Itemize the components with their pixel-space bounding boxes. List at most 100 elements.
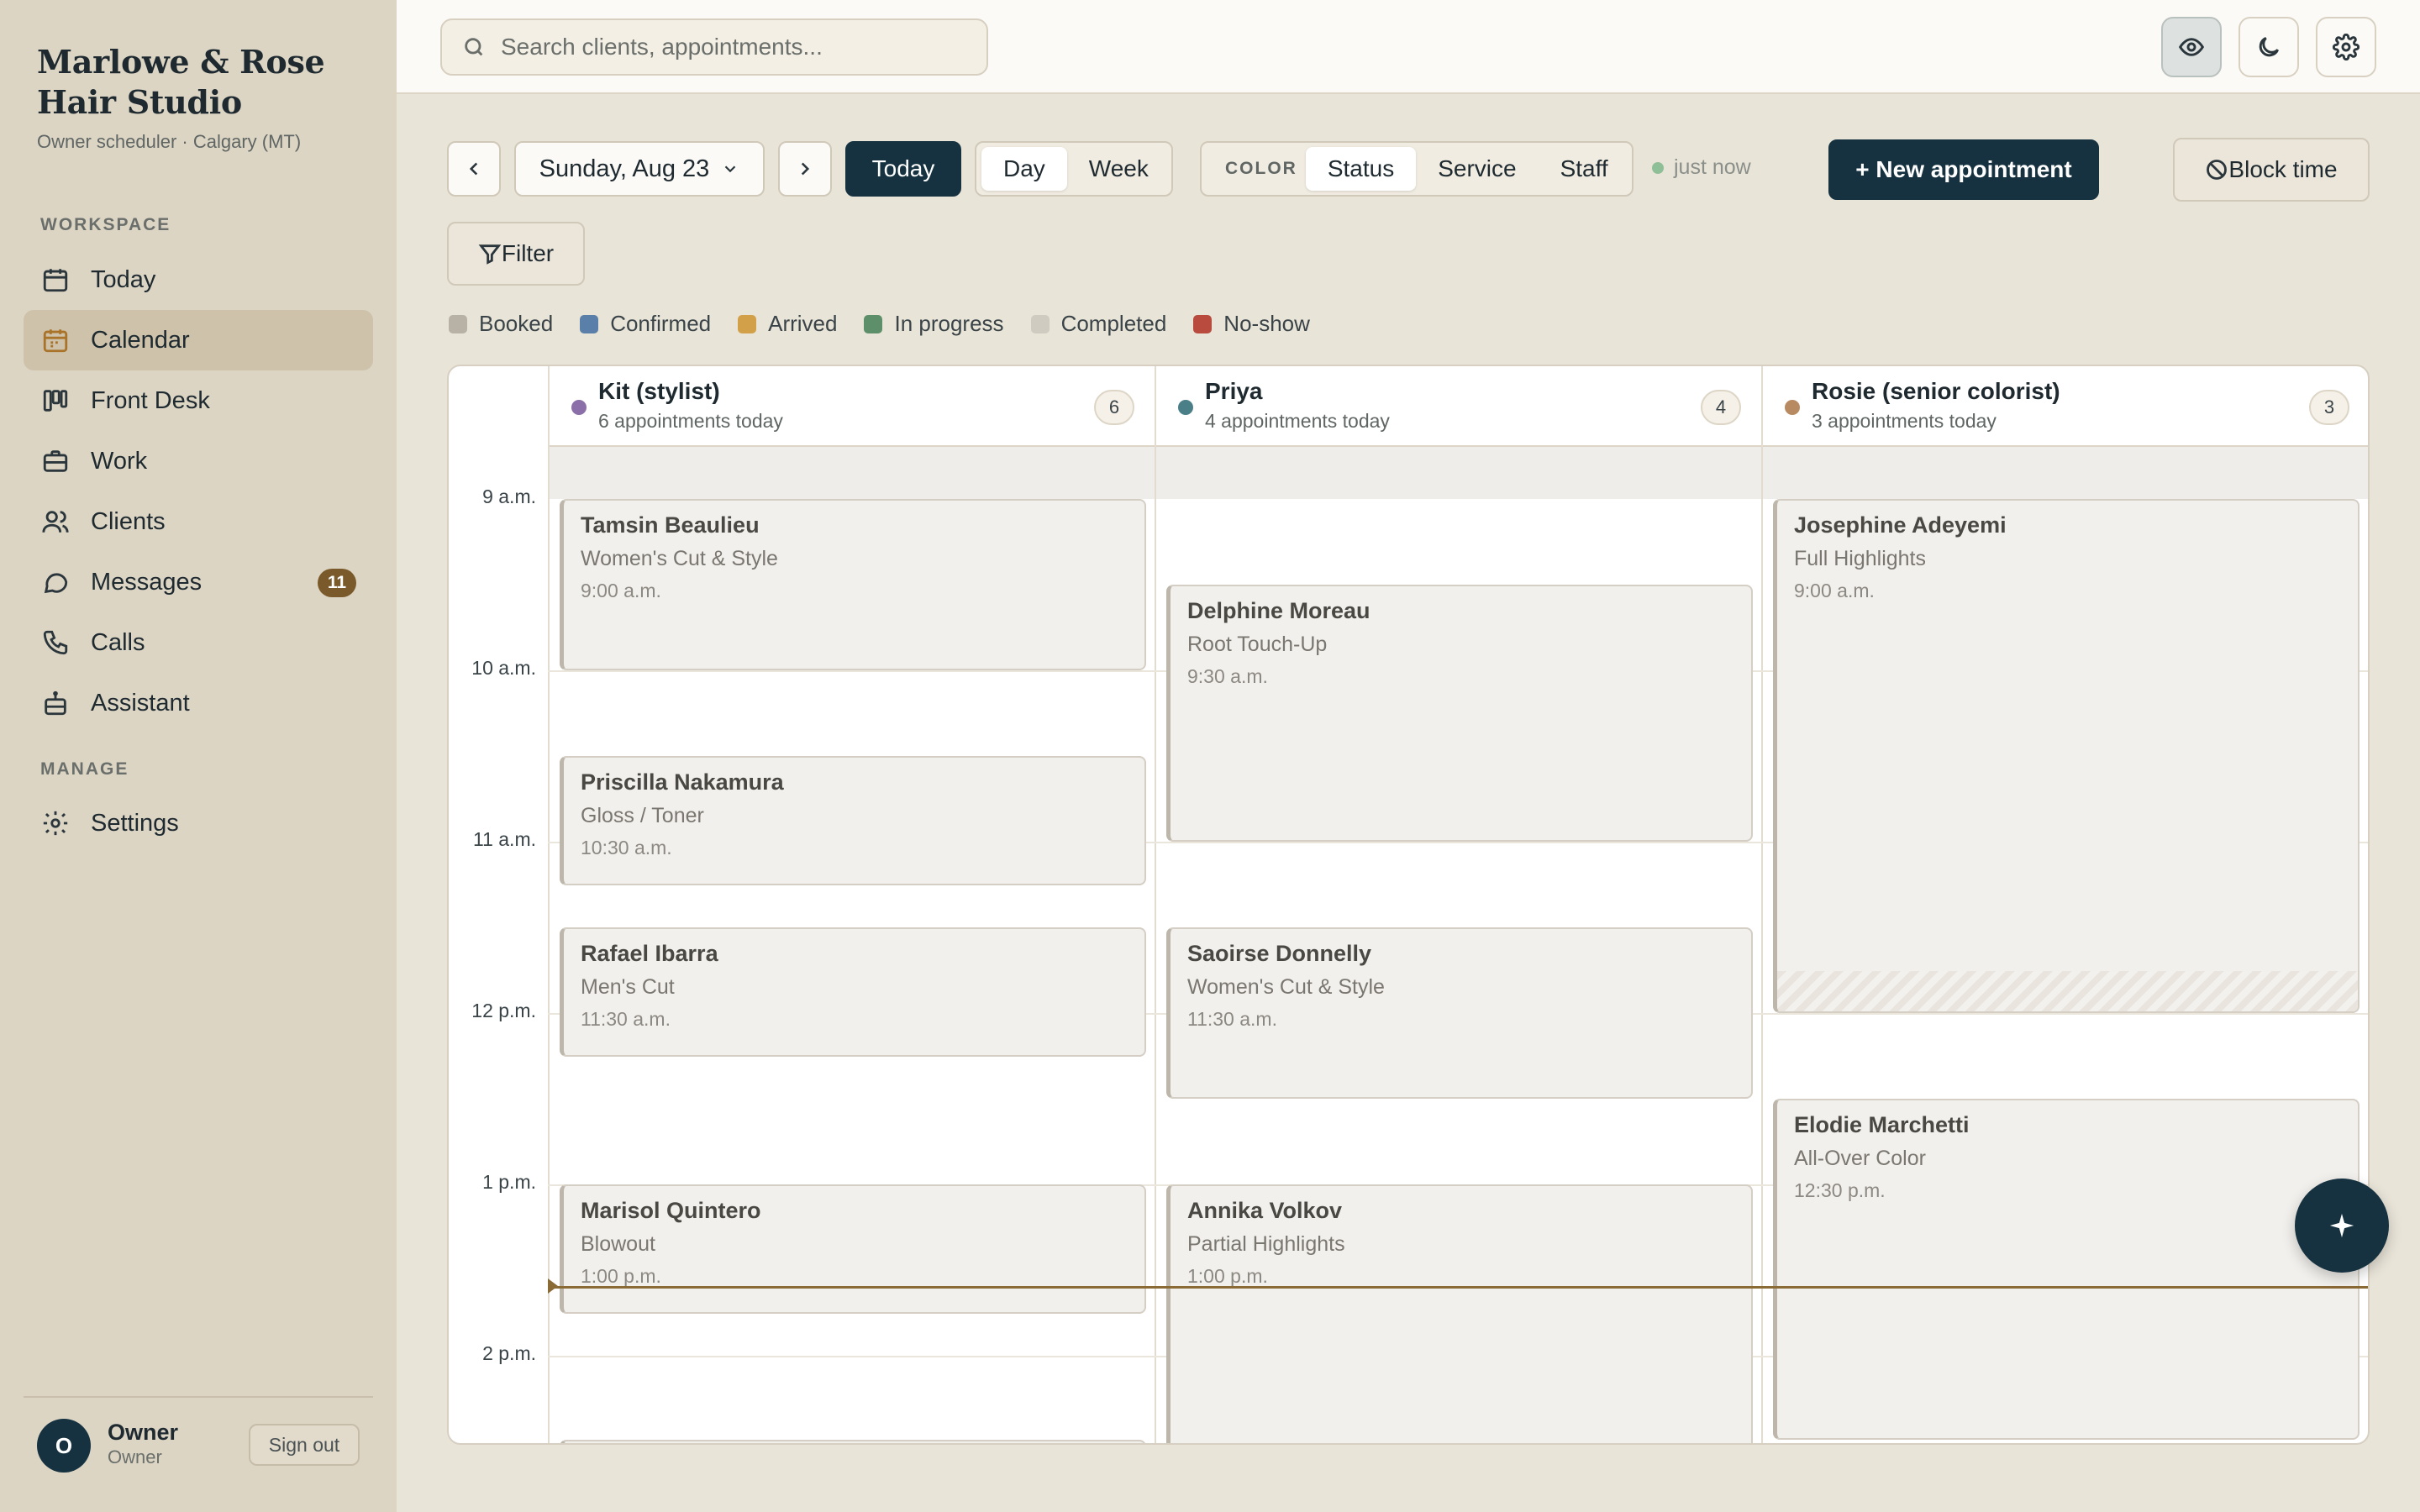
hour-label: 11 a.m. (473, 828, 536, 850)
kanban-icon (40, 386, 71, 416)
appointment-service: Gloss / Toner (581, 804, 704, 827)
sidebar-item-today[interactable]: Today (24, 249, 373, 310)
sidebar: Marlowe & Rose Hair Studio Owner schedul… (0, 0, 397, 1512)
sign-out-button[interactable]: Sign out (249, 1424, 360, 1466)
appointment-client: Marisol Quintero (581, 1198, 761, 1223)
appointment-service: Men's Cut (581, 975, 675, 999)
studio-subtitle: Owner scheduler · Calgary (MT) (37, 131, 302, 152)
view-option-day[interactable]: Day (981, 147, 1067, 191)
staff-appointment-count: 3 appointments today (1812, 410, 1996, 432)
appointment-time: 11:30 a.m. (1187, 1008, 1277, 1030)
staff-appointment-count: 6 appointments today (598, 410, 783, 432)
appointment-client: Annika Volkov (1187, 1198, 1343, 1223)
appointment-card[interactable]: Delphine Moreau Root Touch-Up 9:30 a.m. (1166, 585, 1753, 842)
appointment-client: Elodie Marchetti (1794, 1112, 1970, 1137)
settings-button[interactable] (2316, 17, 2376, 77)
staff-column-header-kit[interactable]: Kit (stylist) 6 appointments today 6 (548, 366, 1155, 447)
search-bar[interactable] (440, 18, 988, 76)
appointment-card[interactable]: Priscilla Nakamura Gloss / Toner 10:30 a… (560, 756, 1146, 885)
search-icon (465, 38, 483, 56)
block-icon (2207, 160, 2228, 180)
appointment-client: Delphine Moreau (1187, 598, 1370, 623)
view-option-week[interactable]: Week (1067, 147, 1171, 191)
gear-icon (40, 808, 71, 838)
sync-status: just now (1652, 155, 1751, 180)
legend-swatch (1193, 314, 1213, 333)
date-picker-button[interactable]: Sunday, Aug 23 (514, 141, 765, 197)
hour-label: 1 p.m. (482, 1171, 536, 1193)
sidebar-item-label: Assistant (91, 689, 190, 717)
appointment-card[interactable]: Annika Volkov Partial Highlights 1:00 p.… (1166, 1184, 1753, 1443)
calendar-icon (40, 265, 71, 295)
appointment-time: 9:00 a.m. (581, 580, 661, 601)
legend-item-completed: Completed (1030, 311, 1167, 337)
sidebar-item-messages[interactable]: Messages 11 (24, 552, 373, 612)
appointment-client: Saoirse Donnelly (1187, 941, 1372, 966)
sidebar-item-assistant[interactable]: Assistant (24, 673, 373, 733)
avatar[interactable]: O (37, 1419, 91, 1473)
sidebar-item-work[interactable]: Work (24, 431, 373, 491)
next-day-button[interactable] (778, 141, 832, 197)
workspace-section-label: WORKSPACE (40, 215, 171, 234)
sidebar-item-label: Calendar (91, 326, 190, 354)
user-name: Owner (108, 1420, 179, 1445)
manage-section-label: MANAGE (40, 759, 129, 779)
chevron-right-icon (801, 162, 810, 176)
previous-day-button[interactable] (447, 141, 501, 197)
appointment-card[interactable]: Marisol Quintero Blowout 1:00 p.m. (560, 1184, 1146, 1314)
color-mode-toggle: COLOR Status Service Staff (1200, 141, 1634, 197)
dark-mode-button[interactable] (2238, 17, 2299, 77)
appointment-time: 9:30 a.m. (1187, 665, 1268, 687)
before-hours-band (550, 447, 2368, 499)
status-legend: Booked Confirmed Arrived In progress Com… (449, 311, 1337, 337)
filter-button[interactable]: Filter (447, 222, 585, 286)
staff-name: Priya (1205, 378, 1263, 404)
legend-label: Confirmed (610, 311, 712, 336)
sidebar-item-calls[interactable]: Calls (24, 612, 373, 673)
sidebar-item-label: Work (91, 447, 148, 475)
appointment-card[interactable]: Rafael Ibarra Men's Cut 11:30 a.m. (560, 927, 1146, 1057)
color-option-service[interactable]: Service (1416, 147, 1538, 191)
hour-label: 9 a.m. (482, 486, 536, 507)
appointment-card[interactable]: Josephine Adeyemi Full Highlights 9:00 a… (1773, 499, 2360, 1013)
sidebar-item-calendar[interactable]: Calendar (24, 310, 373, 370)
appointment-card[interactable]: Elodie Marchetti All-Over Color 12:30 p.… (1773, 1099, 2360, 1440)
staff-column-header-priya[interactable]: Priya 4 appointments today 4 (1155, 366, 1761, 447)
new-appointment-button[interactable]: + New appointment (1828, 139, 2099, 200)
legend-swatch (1030, 314, 1050, 333)
hour-label: 2 p.m. (482, 1342, 536, 1364)
block-time-button[interactable]: Block time (2173, 138, 2370, 202)
processing-time-hatch (1777, 971, 2358, 1011)
staff-column-header-rosie[interactable]: Rosie (senior colorist) 3 appointments t… (1761, 366, 2368, 447)
appointment-card[interactable]: Tamsin Beaulieu Women's Cut & Style 9:00… (560, 499, 1146, 670)
chevron-down-icon (725, 165, 736, 173)
sidebar-item-label: Settings (91, 809, 179, 837)
bot-icon (40, 688, 71, 718)
appointment-count-badge: 3 (2309, 390, 2349, 425)
block-time-label: Block time (2228, 156, 2338, 182)
sidebar-divider (24, 1396, 373, 1398)
legend-item-arrived: Arrived (738, 311, 837, 337)
sidebar-item-label: Front Desk (91, 386, 210, 414)
color-option-staff[interactable]: Staff (1539, 147, 1630, 191)
sidebar-item-front-desk[interactable]: Front Desk (24, 370, 373, 431)
legend-label: Completed (1060, 311, 1167, 336)
appointment-service: Women's Cut & Style (1187, 975, 1385, 999)
sidebar-item-settings[interactable]: Settings (24, 793, 373, 853)
appointment-count-badge: 4 (1701, 390, 1741, 425)
search-input[interactable] (501, 34, 971, 60)
sidebar-item-label: Messages (91, 568, 203, 596)
today-button[interactable]: Today (845, 141, 961, 197)
appointment-card[interactable]: Saoirse Donnelly Women's Cut & Style 11:… (1166, 927, 1753, 1099)
color-option-status[interactable]: Status (1305, 147, 1417, 191)
sidebar-item-clients[interactable]: Clients (24, 491, 373, 552)
phone-icon (40, 627, 71, 658)
appointment-client: Rafael Ibarra (581, 941, 718, 966)
staff-appointment-count: 4 appointments today (1205, 410, 1390, 432)
assistant-fab-button[interactable] (2295, 1179, 2389, 1273)
visibility-toggle-button[interactable] (2161, 17, 2222, 77)
briefcase-icon (40, 446, 71, 476)
legend-label: Booked (479, 311, 554, 336)
appointment-card-partial[interactable] (560, 1440, 1146, 1443)
staff-name: Kit (stylist) (598, 378, 720, 404)
